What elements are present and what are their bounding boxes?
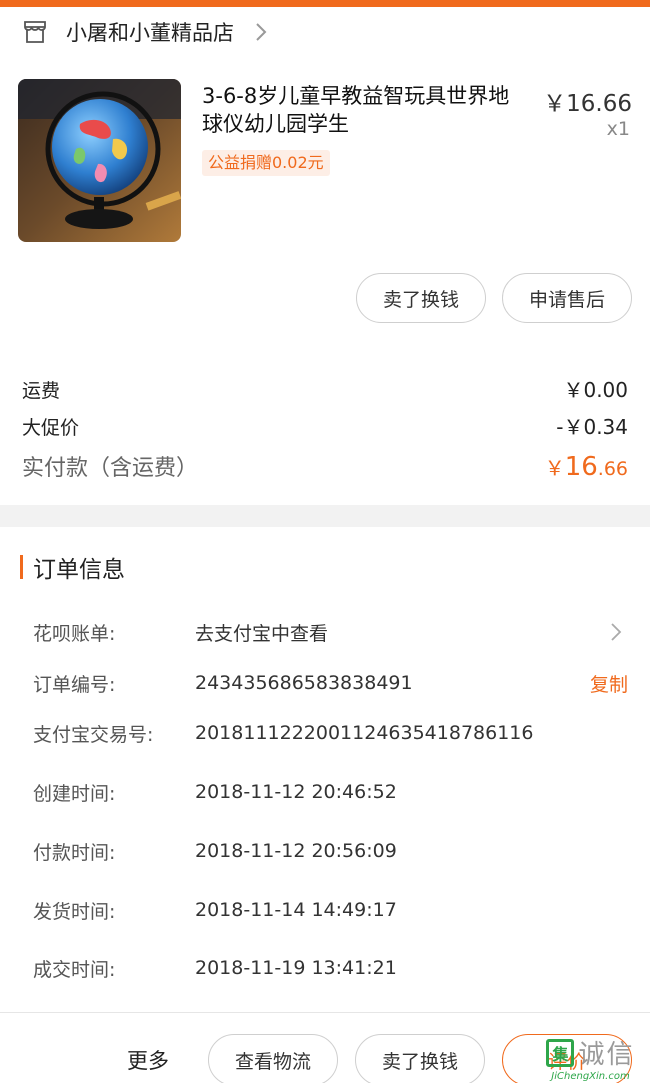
shipping-value: ￥0.00: [563, 378, 628, 402]
total-integer: 16: [564, 452, 598, 482]
promo-value: -￥0.34: [556, 415, 628, 439]
info-value: 去支付宝中查看: [195, 622, 329, 645]
chevron-right-icon: [256, 23, 267, 41]
total-currency: ￥: [544, 456, 565, 480]
shipping-row: 运费 ￥0.00: [22, 374, 628, 403]
shipping-label: 运费: [22, 380, 61, 402]
view-logistics-button[interactable]: 查看物流: [208, 1034, 338, 1083]
shop-icon: [24, 21, 46, 43]
product-quantity: x1: [606, 118, 630, 140]
alipay-trade-row: 支付宝交易号: 2018111222001124635418786116: [33, 718, 628, 748]
promo-label: 大促价: [22, 417, 80, 439]
shop-header[interactable]: 小屠和小董精品店: [0, 7, 650, 57]
order-info-header: 订单信息: [20, 550, 125, 584]
after-sale-button[interactable]: 申请售后: [502, 273, 632, 323]
section-accent-bar: [20, 555, 23, 579]
section-gap: [0, 505, 650, 527]
total-value: ￥16.66: [545, 452, 628, 482]
info-label: 成交时间:: [33, 958, 116, 981]
info-label: 支付宝交易号:: [33, 723, 154, 746]
charity-badge: 公益捐赠0.02元: [202, 150, 330, 176]
shipped-time-row: 发货时间: 2018-11-14 14:49:17: [33, 895, 628, 925]
promo-row: 大促价 -￥0.34: [22, 411, 628, 440]
info-label: 订单编号:: [33, 673, 116, 696]
product-item[interactable]: 3-6-8岁儿童早教益智玩具世界地球仪幼儿园学生 ￥16.66 x1 公益捐赠0…: [0, 70, 650, 260]
info-label: 发货时间:: [33, 900, 116, 923]
more-button[interactable]: 更多: [127, 1045, 169, 1075]
info-value: 2018-11-14 14:49:17: [195, 899, 397, 921]
shop-name: 小屠和小董精品店: [66, 21, 234, 45]
top-accent-bar: [0, 0, 650, 7]
chevron-right-icon: [611, 623, 622, 641]
info-label: 花呗账单:: [33, 622, 116, 645]
product-price: ￥16.66: [543, 91, 632, 117]
created-time-row: 创建时间: 2018-11-12 20:46:52: [33, 777, 628, 807]
info-value: 2018-11-12 20:56:09: [195, 840, 397, 862]
product-image[interactable]: [18, 79, 181, 242]
sell-for-cash-button[interactable]: 卖了换钱: [356, 273, 486, 323]
paid-time-row: 付款时间: 2018-11-12 20:56:09: [33, 836, 628, 866]
watermark-text: 诚信: [578, 1040, 635, 1070]
order-number-row: 订单编号: 243435686583838491 复制: [33, 668, 628, 698]
info-value: 2018-11-19 13:41:21: [195, 957, 397, 979]
info-value: 2018111222001124635418786116: [195, 722, 534, 744]
info-label: 创建时间:: [33, 782, 116, 805]
info-value: 243435686583838491: [195, 672, 413, 694]
watermark-logo: 集 诚信 JiChengXin.com: [533, 1033, 648, 1083]
order-info-title: 订单信息: [33, 557, 125, 583]
watermark-url: JiChengXin.com: [551, 1071, 630, 1082]
total-label: 实付款（含运费）: [22, 456, 199, 481]
total-decimal: .66: [597, 458, 628, 480]
watermark-box: 集: [546, 1038, 575, 1067]
info-value: 2018-11-12 20:46:52: [195, 781, 397, 803]
bottom-divider: [0, 1012, 650, 1013]
total-row: 实付款（含运费） ￥16.66: [22, 450, 628, 482]
completed-time-row: 成交时间: 2018-11-19 13:41:21: [33, 953, 628, 983]
globe-image: [18, 79, 181, 242]
copy-button[interactable]: 复制: [590, 670, 628, 697]
huabei-bill-row[interactable]: 花呗账单: 去支付宝中查看: [33, 617, 628, 647]
product-title[interactable]: 3-6-8岁儿童早教益智玩具世界地球仪幼儿园学生: [202, 82, 522, 138]
sell-for-cash-bottom-button[interactable]: 卖了换钱: [355, 1034, 485, 1083]
info-label: 付款时间:: [33, 841, 116, 864]
